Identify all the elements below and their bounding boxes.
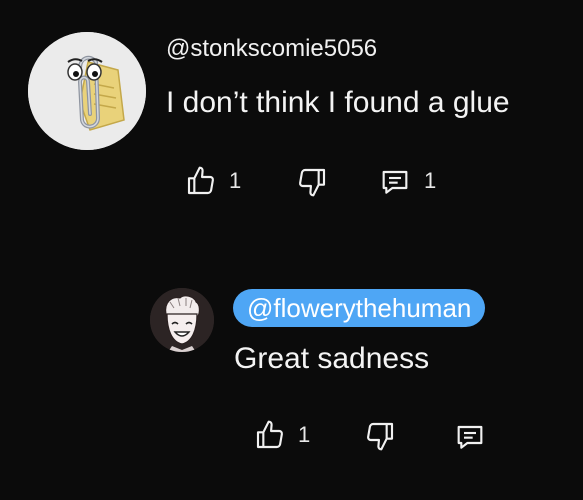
reply-count: 1 [424, 168, 437, 193]
avatar[interactable] [28, 32, 146, 150]
reply-button[interactable] [379, 166, 411, 198]
reply-text: Great sadness [234, 342, 430, 375]
reply-mention-chip[interactable]: @flowerythehuman [233, 289, 486, 327]
reply-dislike-button[interactable] [364, 420, 396, 452]
reply-reply-button[interactable] [454, 421, 486, 453]
like-button[interactable] [185, 165, 217, 197]
paperclip-assistant-icon [28, 32, 146, 150]
comment-icon [382, 170, 408, 194]
thumbs-up-icon [256, 420, 283, 449]
thumbs-down-icon [299, 168, 326, 197]
dislike-button[interactable] [296, 166, 328, 198]
comment-text: I don’t think I found a glue [166, 86, 510, 119]
cartoon-face-icon [150, 288, 214, 352]
reply-avatar[interactable] [150, 288, 214, 352]
comment-icon [457, 425, 483, 449]
thumbs-down-icon [367, 422, 394, 451]
reply-like-count: 1 [298, 422, 311, 447]
comment-author-handle[interactable]: @stonkscomie5056 [166, 34, 377, 64]
like-count: 1 [229, 168, 242, 193]
thumbs-up-icon [187, 166, 214, 195]
reply-like-button[interactable] [254, 419, 286, 451]
